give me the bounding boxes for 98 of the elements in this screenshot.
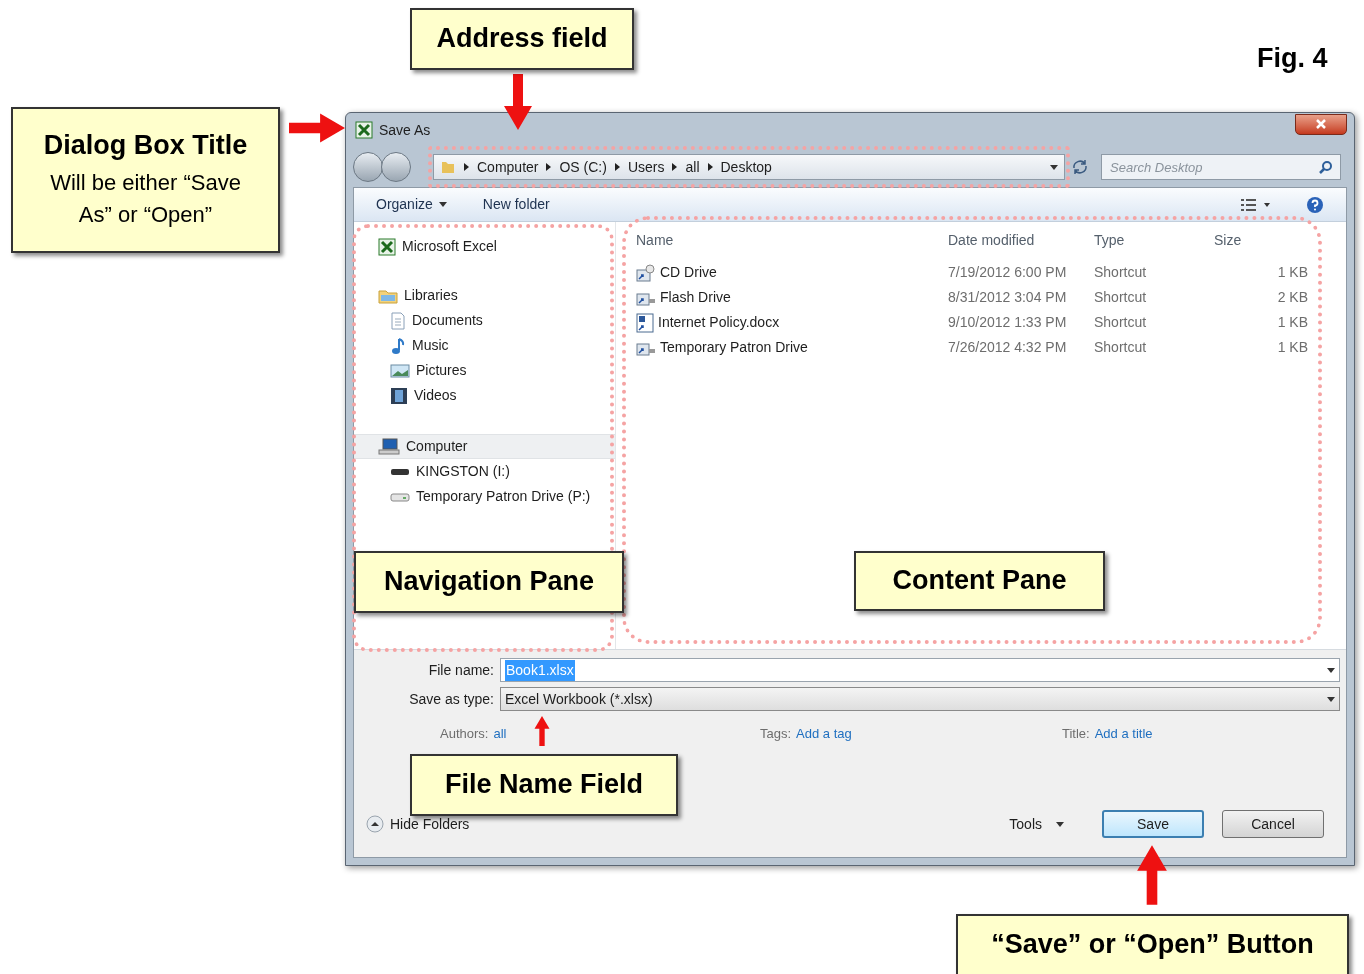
forward-button[interactable]: [381, 152, 411, 182]
caret-icon: [1050, 164, 1058, 170]
navigation-item[interactable]: Documents: [354, 308, 615, 333]
folder-icon: [440, 159, 456, 175]
navigation-item[interactable]: Computer: [354, 434, 615, 459]
callout-title: Address field: [436, 22, 608, 56]
callout-title: Content Pane: [892, 564, 1067, 598]
document-icon: [390, 311, 406, 330]
dialog-button[interactable]: Cancel: [1222, 810, 1324, 838]
breadcrumb[interactable]: all: [685, 156, 700, 178]
search-field[interactable]: Search Desktop: [1101, 154, 1341, 180]
metadata-link[interactable]: Add a tag: [796, 724, 852, 744]
refresh-icon[interactable]: [1071, 159, 1089, 175]
file-row[interactable]: CD Drive 7/19/2012 6:00 PM Shortcut 1 KB: [636, 260, 1320, 285]
file-row[interactable]: Flash Drive 8/31/2012 3:04 PM Shortcut 2 KB: [636, 285, 1320, 310]
date-cell-text: 7/26/2012 4:32 PM: [948, 338, 1068, 357]
caret-icon: [1327, 667, 1335, 673]
navigation-item[interactable]: Videos: [354, 383, 615, 408]
metadata-label: Title:: [1062, 725, 1090, 744]
drive-icon: [390, 490, 410, 503]
type-cell-text: Shortcut: [1094, 288, 1148, 307]
arrow-icon: [1135, 844, 1169, 906]
breadcrumb-arrow-icon: [464, 163, 469, 171]
callout-title: File Name Field: [444, 768, 644, 802]
navigation-item[interactable]: KINGSTON (I:): [354, 459, 615, 484]
film-icon: [390, 386, 408, 405]
music-note-icon: [390, 336, 406, 355]
file-row[interactable]: Temporary Patron Drive 7/26/2012 4:32 PM Shortcut 1 KB: [636, 335, 1320, 360]
callout-title: Dialog Box Title: [43, 129, 248, 163]
caret-icon: [1327, 696, 1335, 702]
breadcrumb-arrow-icon: [614, 163, 620, 171]
caret-icon: [438, 202, 447, 207]
figure-label: Fig. 4: [1257, 42, 1328, 75]
caret-icon: [1056, 821, 1064, 827]
type-cell-text: Shortcut: [1094, 313, 1148, 332]
field-label: File name:: [427, 660, 495, 680]
breadcrumb[interactable]: Computer: [477, 156, 539, 178]
view-options-icon[interactable]: [1240, 197, 1270, 212]
field-label: Save as type:: [408, 689, 495, 709]
callout-title: Navigation Pane: [383, 565, 595, 599]
column-header[interactable]: Date modified: [948, 229, 1094, 251]
size-cell-text: 1 KB: [1277, 313, 1308, 332]
arrow-icon: [289, 111, 345, 145]
search-icon: [1319, 160, 1333, 174]
breadcrumb[interactable]: OS (C:): [559, 156, 607, 178]
close-button[interactable]: [1295, 113, 1347, 135]
spreadsheet-icon: [355, 121, 373, 139]
picture-icon: [390, 362, 410, 379]
callout-text: Will be either “Save As” or “Open”: [49, 168, 242, 229]
size-cell-text: 1 KB: [1277, 338, 1308, 357]
file-name: Internet Policy.docx: [658, 313, 780, 332]
callout-title: “Save” or “Open” Button: [991, 928, 1314, 962]
tools-button[interactable]: Tools: [1009, 813, 1064, 835]
type-cell-text: Shortcut: [1094, 338, 1148, 357]
organize-button[interactable]: Organize: [376, 194, 447, 215]
type-cell-text: Shortcut: [1094, 263, 1148, 282]
new-folder-button[interactable]: New folder: [482, 194, 550, 215]
back-button[interactable]: [353, 152, 383, 182]
metadata-link[interactable]: all: [493, 724, 507, 744]
breadcrumb-arrow-icon: [707, 163, 713, 171]
navigation-item[interactable]: Libraries: [354, 283, 615, 308]
column-header[interactable]: Size: [1214, 229, 1320, 251]
column-header[interactable]: Type: [1094, 229, 1214, 251]
date-cell-text: 7/19/2012 6:00 PM: [948, 263, 1068, 282]
breadcrumb[interactable]: Users: [627, 156, 665, 178]
metadata-label: Tags:: [760, 725, 792, 744]
navigation-item[interactable]: Pictures: [354, 358, 615, 383]
navigation-item[interactable]: Temporary Patron Drive (P:): [354, 484, 615, 509]
breadcrumb-arrow-icon: [672, 163, 678, 171]
date-cell-text: 9/10/2012 1:33 PM: [948, 313, 1068, 332]
file-type-dropdown[interactable]: Excel Workbook (*.xlsx): [500, 687, 1340, 711]
navigation-item[interactable]: Music: [354, 333, 615, 358]
breadcrumb[interactable]: Desktop: [720, 156, 772, 178]
navigation-item[interactable]: Microsoft Excel: [354, 234, 615, 259]
metadata-label: Authors:: [440, 725, 489, 744]
size-cell-text: 1 KB: [1277, 263, 1308, 282]
selected-file-name: Book1.xlsx: [505, 659, 575, 681]
arrow-icon: [502, 72, 534, 132]
size-cell-text: 2 KB: [1277, 288, 1308, 307]
file-name: Temporary Patron Drive: [660, 338, 808, 357]
hide-folders-button[interactable]: Hide Folders: [366, 813, 470, 835]
breadcrumb-arrow-icon: [546, 163, 552, 171]
metadata-link[interactable]: Add a title: [1094, 724, 1153, 744]
column-header[interactable]: Name: [636, 229, 948, 251]
date-cell-text: 8/31/2012 3:04 PM: [948, 288, 1068, 307]
collapse-icon: [366, 815, 384, 833]
file-name: Flash Drive: [660, 288, 731, 307]
help-icon[interactable]: [1306, 195, 1324, 214]
address-bar[interactable]: Computer OS (C:) Users all Desktop: [433, 154, 1065, 180]
spreadsheet-icon: [378, 237, 396, 256]
dialog-button[interactable]: Save: [1102, 810, 1204, 838]
shortcut-icon: [636, 312, 654, 333]
computer-icon: [378, 437, 400, 456]
close-icon: [1316, 119, 1326, 129]
file-row[interactable]: Internet Policy.docx 9/10/2012 1:33 PM Shortcut 1 KB: [636, 310, 1320, 335]
file-name: CD Drive: [660, 263, 717, 282]
window-title: Save As: [379, 120, 431, 140]
shortcut-icon: [636, 263, 656, 282]
